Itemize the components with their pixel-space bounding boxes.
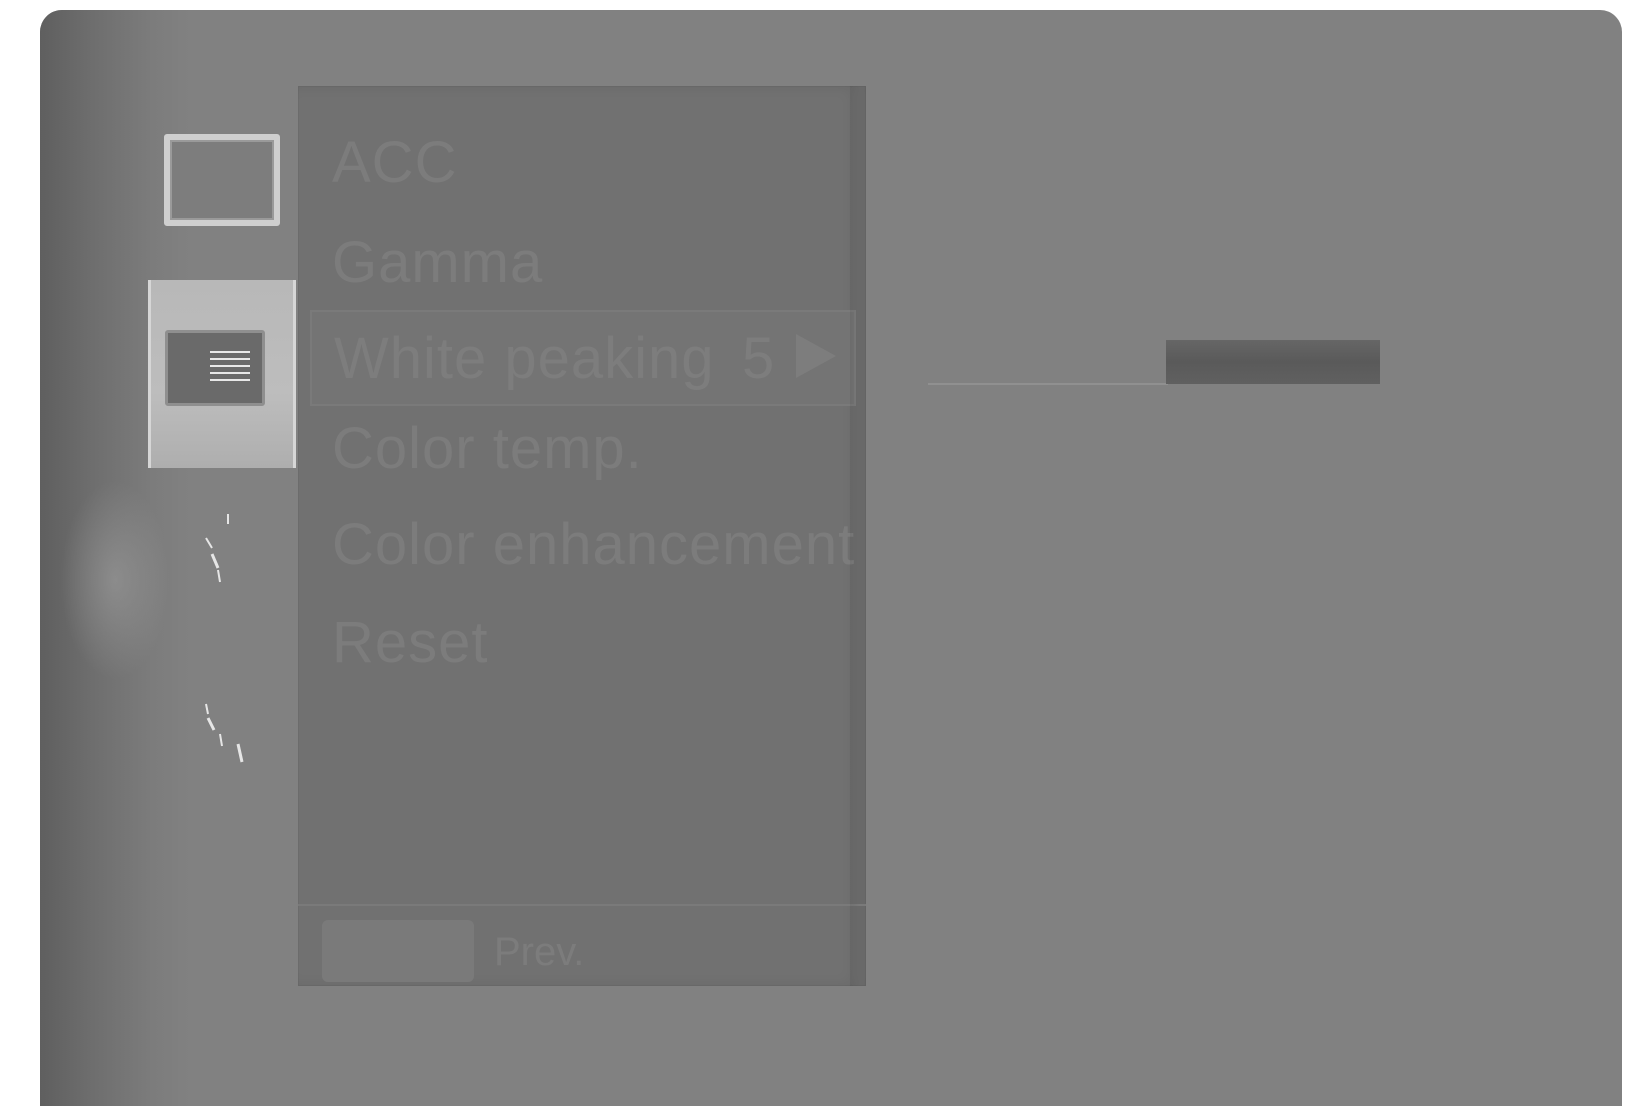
selected-category-tab[interactable] [148,280,296,468]
menu-item-value: 5 [742,326,776,391]
menu-item-label: White peaking [334,326,715,391]
menu-list-icon [165,330,265,406]
menu-item-reset[interactable]: Reset [332,614,489,672]
footer-divider [298,904,866,906]
menu-item-gamma[interactable]: Gamma [332,234,543,292]
menu-item-acc[interactable]: ACC [332,134,457,192]
slider-bar[interactable] [1166,340,1380,384]
prev-label: Prev. [494,930,585,974]
slider-track[interactable] [928,383,1168,385]
screen-glare [60,480,170,680]
menu-item-color-temp[interactable]: Color temp. [332,420,643,478]
picture-menu-panel: ACC Gamma White peaking 5 Color temp. Co… [298,86,866,986]
prev-button[interactable] [322,920,474,982]
sparkle-icon[interactable] [198,510,258,590]
tv-osd-screen: ACC Gamma White peaking 5 Color temp. Co… [40,10,1622,1106]
picture-frame-icon[interactable] [164,134,280,226]
right-arrow-icon [796,334,836,378]
sparkle-icon[interactable] [198,700,258,780]
menu-lines-glyph [210,351,250,383]
menu-item-color-enhancement[interactable]: Color enhancement [332,516,855,574]
menu-item-white-peaking[interactable]: White peaking 5 [310,310,856,406]
